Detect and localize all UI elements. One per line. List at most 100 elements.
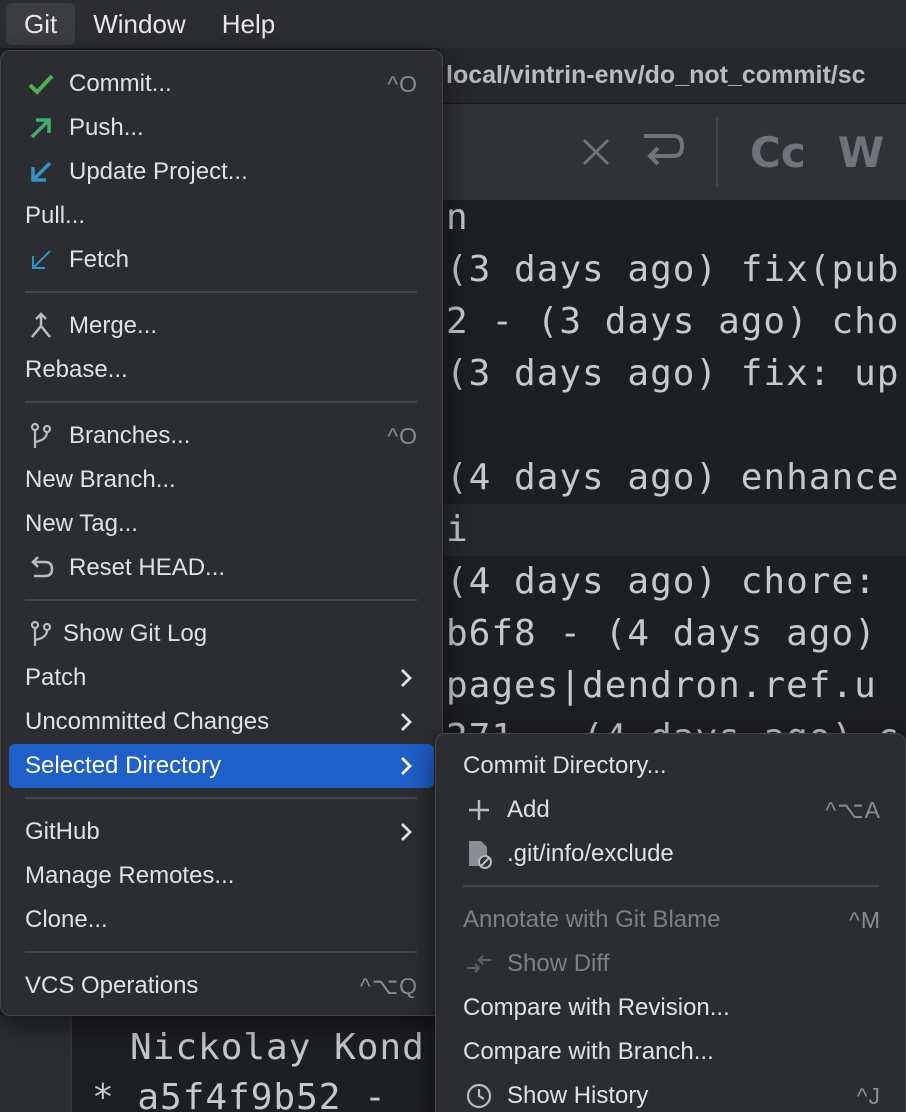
menu-separator	[25, 951, 417, 953]
editor-line: pages|dendron.ref.u	[446, 665, 877, 706]
menu-item-patch[interactable]: Patch	[9, 656, 434, 700]
chevron-right-icon	[401, 757, 412, 775]
menu-item-label: New Branch...	[25, 466, 176, 493]
menu-item-show-git-log[interactable]: Show Git Log	[9, 612, 434, 656]
plus-icon	[469, 800, 489, 820]
menu-separator	[463, 885, 879, 887]
branch-icon	[30, 422, 52, 448]
menu-separator	[25, 599, 417, 601]
menu-item-label: Uncommitted Changes	[25, 708, 270, 735]
menu-item-new-tag[interactable]: New Tag...	[9, 502, 434, 546]
menu-item-fetch[interactable]: Fetch	[9, 238, 434, 282]
menu-bar: Git Window Help	[0, 0, 906, 48]
menu-separator	[25, 291, 417, 293]
menu-item-show-diff[interactable]: Show Diff	[444, 942, 897, 986]
menu-item-label: Rebase...	[25, 356, 128, 383]
menu-git[interactable]: Git	[6, 3, 76, 45]
menu-item-label: VCS Operations	[25, 972, 199, 999]
editor-line-current: i	[440, 504, 906, 556]
menu-item-label: Update Project...	[69, 158, 248, 185]
menu-item-label: Annotate with Git Blame	[463, 906, 721, 933]
git-menu: Commit... ^O Push... Update Project... P…	[0, 50, 443, 1016]
editor-path: local/vintrin-env/do_not_commit/sc	[440, 48, 906, 104]
menu-item-label: Compare with Revision...	[463, 994, 730, 1021]
find-bar: Cc W	[440, 104, 906, 200]
menu-item-label: Merge...	[69, 312, 158, 339]
editor-line: (3 days ago) fix: up	[446, 353, 900, 394]
menu-item-branches[interactable]: Branches... ^O	[9, 414, 434, 458]
editor-line: (4 days ago) chore:	[446, 561, 877, 602]
menu-item-git-exclude[interactable]: .git/info/exclude	[444, 832, 897, 876]
menu-item-label: GitHub	[25, 818, 100, 845]
editor-line: b6f8 - (4 days ago)	[446, 613, 877, 654]
menu-item-vcs-operations[interactable]: VCS Operations ^⌥Q	[9, 964, 434, 1008]
editor-line: n	[446, 200, 469, 238]
menu-item-label: Patch	[25, 664, 87, 691]
diff-icon	[467, 955, 491, 973]
selected-directory-submenu: Commit Directory... Add ^⌥A .git/info/ex…	[435, 733, 906, 1112]
menu-item-annotate-git-blame[interactable]: Annotate with Git Blame ^M	[444, 898, 897, 942]
menu-item-label: Pull...	[25, 202, 86, 229]
menu-item-show-history[interactable]: Show History ^J	[444, 1074, 897, 1112]
menu-item-update-project[interactable]: Update Project...	[9, 150, 434, 194]
menu-item-add[interactable]: Add ^⌥A	[444, 788, 897, 832]
branch-icon	[30, 620, 52, 646]
menu-item-selected-directory[interactable]: Selected Directory	[9, 744, 434, 788]
menu-item-clone[interactable]: Clone...	[9, 898, 434, 942]
shortcut: ^O	[387, 70, 418, 97]
menu-item-label: Manage Remotes...	[25, 862, 235, 889]
menu-item-label: Selected Directory	[25, 752, 222, 779]
menu-item-pull[interactable]: Pull...	[9, 194, 434, 238]
menu-item-label: Push...	[69, 114, 144, 141]
menu-item-rebase[interactable]: Rebase...	[9, 348, 434, 392]
menu-item-label: Reset HEAD...	[69, 554, 226, 581]
editor-line: 2 - (3 days ago) cho	[446, 301, 900, 342]
ignored-file-icon	[469, 841, 492, 869]
menu-item-label: Clone...	[25, 906, 108, 933]
menu-item-label: Compare with Branch...	[463, 1038, 714, 1065]
menu-item-commit[interactable]: Commit... ^O	[9, 62, 434, 106]
menu-item-github[interactable]: GitHub	[9, 810, 434, 854]
editor-area-left: Nickolay Kond * a5f4f9b52 -	[70, 1015, 440, 1112]
menu-item-label: Branches...	[69, 422, 191, 449]
chevron-right-icon	[401, 823, 412, 841]
menu-item-label: New Tag...	[25, 510, 138, 537]
menu-item-commit-directory[interactable]: Commit Directory...	[444, 744, 897, 788]
editor-line: Nickolay Kond	[130, 1027, 425, 1068]
menu-item-reset-head[interactable]: Reset HEAD...	[9, 546, 434, 590]
words-toggle[interactable]: W	[838, 128, 884, 177]
menu-item-new-branch[interactable]: New Branch...	[9, 458, 434, 502]
menu-item-manage-remotes[interactable]: Manage Remotes...	[9, 854, 434, 898]
clock-icon	[466, 1083, 492, 1109]
menu-separator	[25, 401, 417, 403]
wrap-icon[interactable]	[636, 126, 688, 178]
menu-separator	[25, 797, 417, 799]
close-icon[interactable]	[576, 132, 616, 172]
menu-help[interactable]: Help	[204, 0, 293, 48]
shortcut: ^M	[849, 906, 881, 933]
menu-item-compare-revision[interactable]: Compare with Revision...	[444, 986, 897, 1030]
match-case-toggle[interactable]: Cc	[750, 128, 806, 177]
menu-item-label: Show Diff	[507, 950, 610, 977]
menu-item-label: .git/info/exclude	[507, 840, 674, 867]
update-arrow-icon	[31, 161, 52, 182]
menu-item-push[interactable]: Push...	[9, 106, 434, 150]
menu-item-merge[interactable]: Merge...	[9, 304, 434, 348]
menu-item-uncommitted-changes[interactable]: Uncommitted Changes	[9, 700, 434, 744]
menu-item-label: Fetch	[69, 246, 130, 273]
chevron-right-icon	[401, 669, 412, 687]
menu-item-compare-branch[interactable]: Compare with Branch...	[444, 1030, 897, 1074]
menu-item-label: Commit Directory...	[463, 752, 667, 779]
menu-item-label: Show History	[507, 1082, 649, 1109]
menu-item-label: Commit...	[69, 70, 172, 97]
merge-icon	[31, 312, 51, 338]
shortcut: ^O	[387, 422, 418, 449]
checkmark-icon	[28, 74, 54, 95]
editor-line: * a5f4f9b52 -	[92, 1077, 387, 1112]
findbar-separator	[716, 117, 718, 187]
push-arrow-icon	[30, 118, 51, 139]
left-tool-strip	[0, 1015, 70, 1112]
editor-line: (3 days ago) fix(pub	[446, 249, 900, 290]
undo-icon	[31, 556, 54, 578]
menu-window[interactable]: Window	[75, 0, 203, 48]
